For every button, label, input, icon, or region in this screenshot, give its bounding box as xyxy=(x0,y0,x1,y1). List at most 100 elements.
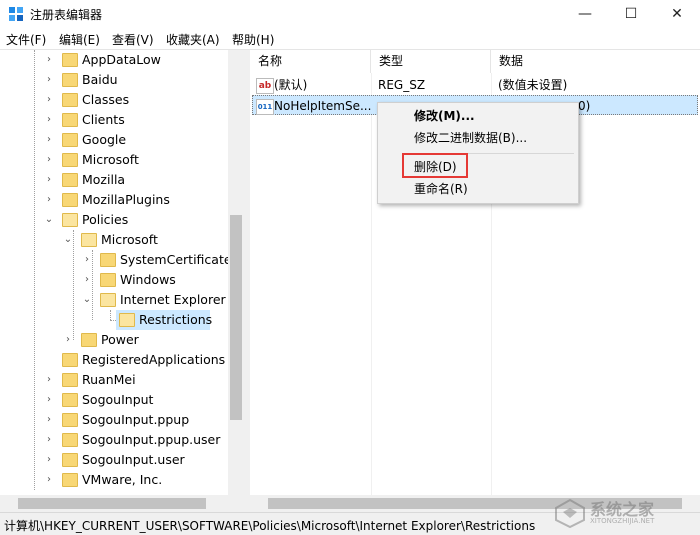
expand-chevron-icon[interactable]: › xyxy=(44,470,54,490)
tree-item-label: VMware, Inc. xyxy=(82,472,163,487)
folder-icon xyxy=(100,273,116,287)
folder-icon xyxy=(62,473,78,487)
tree-item-label: SogouInput.user xyxy=(82,452,185,467)
tree-item-label: SogouInput.ppup.user xyxy=(82,432,221,447)
menu-help[interactable]: 帮助(H) xyxy=(232,31,274,48)
menu-item-rename[interactable]: 重命名(R) xyxy=(378,178,578,200)
folder-icon xyxy=(62,53,78,67)
tree-horizontal-scroll-thumb[interactable] xyxy=(18,498,206,509)
value-data: 0) xyxy=(578,99,591,113)
tree-item-sogouinput-ppup-user[interactable]: › SogouInput.ppup.user xyxy=(0,430,228,450)
collapse-chevron-icon[interactable]: ⌄ xyxy=(44,210,54,230)
folder-icon xyxy=(62,173,78,187)
column-header-type[interactable]: 类型 xyxy=(371,50,491,73)
expand-chevron-icon[interactable]: › xyxy=(44,70,54,90)
expand-chevron-icon[interactable]: › xyxy=(44,390,54,410)
binary-value-icon: 011 xyxy=(256,99,274,115)
tree-item-label: Policies xyxy=(82,212,129,227)
tree-item-systemcertificates[interactable]: › SystemCertificates xyxy=(0,250,228,270)
folder-icon xyxy=(62,73,78,87)
tree-item-label: Restrictions xyxy=(139,312,213,327)
tree-item-label: RegisteredApplications xyxy=(82,352,226,367)
expand-chevron-icon[interactable]: › xyxy=(63,330,73,350)
folder-icon xyxy=(62,453,78,467)
tree-item-sogouinput-ppup[interactable]: › SogouInput.ppup xyxy=(0,410,228,430)
menu-favorites[interactable]: 收藏夹(A) xyxy=(166,31,220,48)
tree-item-label: SogouInput.ppup xyxy=(82,412,190,427)
expand-chevron-icon[interactable]: › xyxy=(44,130,54,150)
open-folder-icon xyxy=(100,293,116,307)
string-value-icon: ab xyxy=(256,78,274,94)
expand-chevron-icon[interactable]: › xyxy=(44,410,54,430)
tree-item-appdatalow[interactable]: › AppDataLow xyxy=(0,50,228,70)
folder-icon xyxy=(62,373,78,387)
collapse-chevron-icon[interactable]: ⌄ xyxy=(63,230,73,250)
expand-chevron-icon[interactable]: › xyxy=(44,170,54,190)
tree-item-baidu[interactable]: › Baidu xyxy=(0,70,228,90)
tree-item-internet-explorer[interactable]: ⌄ Internet Explorer xyxy=(0,290,228,310)
tree-item-sogouinput-user[interactable]: › SogouInput.user xyxy=(0,450,228,470)
tree-item-windows[interactable]: › Windows xyxy=(0,270,228,290)
menu-item-modify-binary[interactable]: 修改二进制数据(B)... xyxy=(378,127,578,149)
open-folder-icon xyxy=(81,233,97,247)
tree-vertical-scroll-thumb[interactable] xyxy=(230,215,242,420)
tree-item-microsoft[interactable]: › Microsoft xyxy=(0,150,228,170)
tree-item-label: RuanMei xyxy=(82,372,136,387)
expand-chevron-icon[interactable]: › xyxy=(44,90,54,110)
tree-item-registeredapplications[interactable]: RegisteredApplications xyxy=(0,350,228,370)
collapse-chevron-icon[interactable]: ⌄ xyxy=(82,290,92,310)
value-name: (默认) xyxy=(274,78,308,92)
tree-item-classes[interactable]: › Classes xyxy=(0,90,228,110)
expand-chevron-icon[interactable]: › xyxy=(82,270,92,290)
menu-view[interactable]: 查看(V) xyxy=(112,31,154,48)
folder-icon xyxy=(62,413,78,427)
folder-icon xyxy=(62,133,78,147)
tree-item-mozillaplugins[interactable]: › MozillaPlugins xyxy=(0,190,228,210)
watermark-subtext: XITONGZHIJIA.NET xyxy=(590,517,655,525)
expand-chevron-icon[interactable]: › xyxy=(44,430,54,450)
close-button[interactable]: ✕ xyxy=(654,0,700,28)
value-type: REG_SZ xyxy=(378,78,426,92)
tree-item-restrictions[interactable]: Restrictions xyxy=(0,310,228,330)
column-header-data[interactable]: 数据 xyxy=(491,50,700,73)
menu-item-modify[interactable]: 修改(M)... xyxy=(378,105,578,127)
menu-edit[interactable]: 编辑(E) xyxy=(59,31,100,48)
menu-file[interactable]: 文件(F) xyxy=(6,31,46,48)
tree-item-label: Power xyxy=(101,332,139,347)
tree-item-power[interactable]: › Power xyxy=(0,330,228,350)
tree-item-sogouinput[interactable]: › SogouInput xyxy=(0,390,228,410)
tree-item-google[interactable]: › Google xyxy=(0,130,228,150)
tree-item-label: AppDataLow xyxy=(82,52,161,67)
expand-chevron-icon[interactable]: › xyxy=(44,150,54,170)
folder-icon xyxy=(62,113,78,127)
tree-item-ruanmei[interactable]: › RuanMei xyxy=(0,370,228,390)
status-path: 计算机\HKEY_CURRENT_USER\SOFTWARE\Policies\… xyxy=(4,519,536,533)
tree-item-clients[interactable]: › Clients xyxy=(0,110,228,130)
expand-chevron-icon[interactable]: › xyxy=(44,110,54,130)
folder-icon xyxy=(62,93,78,107)
column-divider xyxy=(371,73,372,495)
column-header-name[interactable]: 名称 xyxy=(250,50,371,73)
tree-item-mozilla[interactable]: › Mozilla xyxy=(0,170,228,190)
folder-icon xyxy=(81,333,97,347)
expand-chevron-icon[interactable]: › xyxy=(44,190,54,210)
expand-chevron-icon[interactable]: › xyxy=(82,250,92,270)
expand-chevron-icon[interactable]: › xyxy=(44,50,54,70)
folder-icon xyxy=(62,353,78,367)
tree-item-policies-microsoft[interactable]: ⌄ Microsoft xyxy=(0,230,228,250)
folder-icon xyxy=(62,153,78,167)
tree-item-label: Microsoft xyxy=(101,232,158,247)
expand-chevron-icon[interactable]: › xyxy=(44,450,54,470)
value-name: NoHelpItemSe... xyxy=(274,99,372,113)
tree-item-vmware[interactable]: › VMware, Inc. xyxy=(0,470,228,490)
tree-item-label: Microsoft xyxy=(82,152,139,167)
watermark: 系统之家 XITONGZHIJIA.NET xyxy=(540,494,700,534)
tree-item-policies[interactable]: ⌄ Policies xyxy=(0,210,228,230)
tree-item-label: MozillaPlugins xyxy=(82,192,170,207)
open-folder-icon xyxy=(119,313,135,327)
maximize-button[interactable]: ☐ xyxy=(608,0,654,28)
expand-chevron-icon[interactable]: › xyxy=(44,370,54,390)
list-row-default[interactable]: ab (默认) REG_SZ (数值未设置) xyxy=(252,75,698,95)
minimize-button[interactable]: — xyxy=(562,0,608,28)
watermark-logo-icon xyxy=(555,498,585,528)
